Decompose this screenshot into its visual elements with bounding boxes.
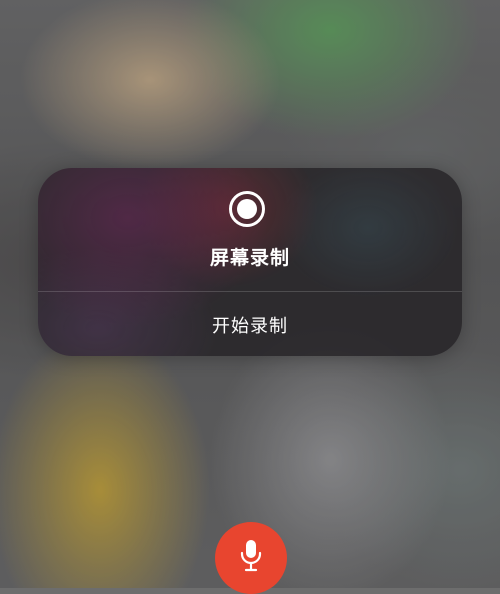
record-icon <box>229 191 265 227</box>
start-recording-button[interactable]: 开始录制 <box>38 292 462 356</box>
panel-title: 屏幕录制 <box>209 247 290 269</box>
start-recording-label: 开始录制 <box>212 316 288 337</box>
microphone-toggle-button[interactable] <box>215 522 287 594</box>
screen-recording-panel: 屏幕录制 开始录制 <box>38 168 462 356</box>
microphone-icon <box>240 540 262 572</box>
